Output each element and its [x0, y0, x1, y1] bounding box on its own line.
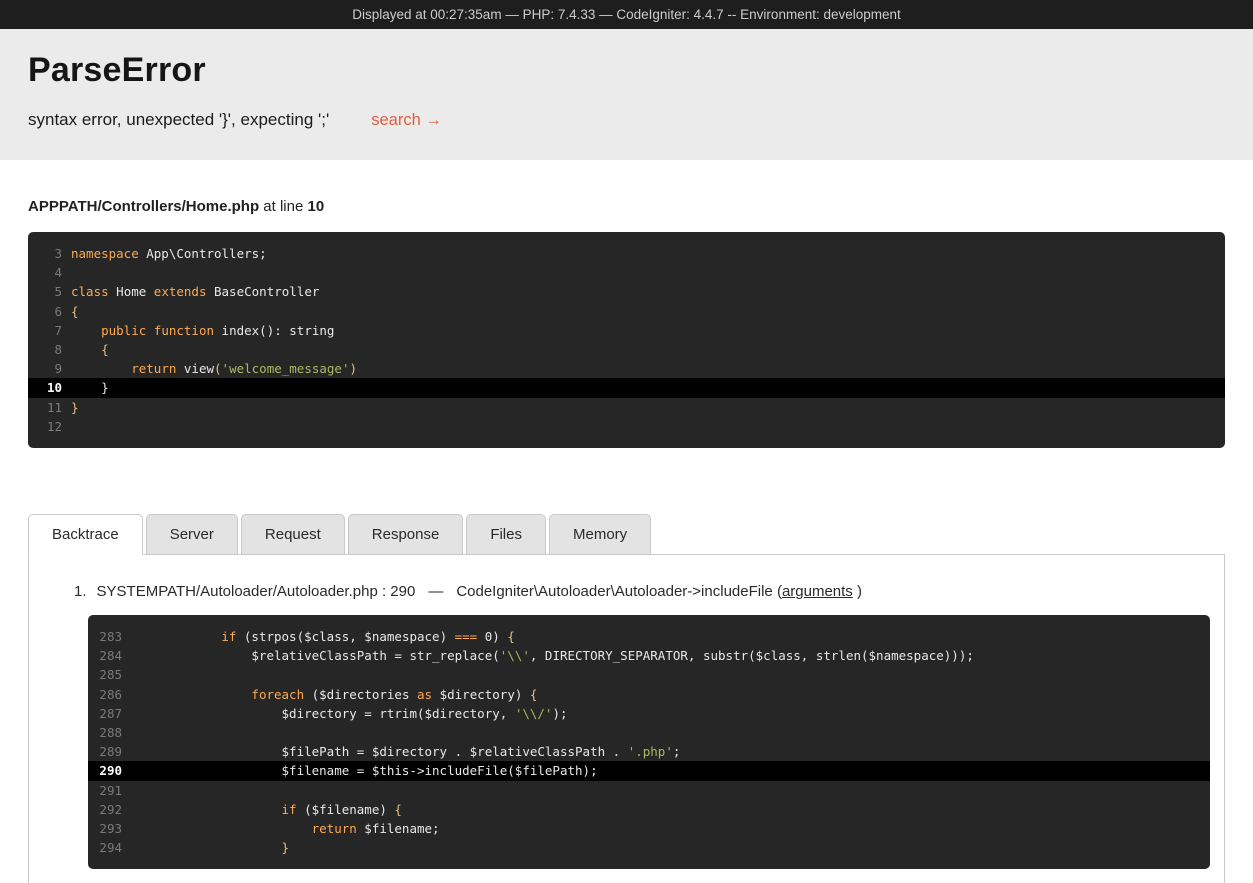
- line-number: 283: [88, 627, 122, 646]
- code-line: 283 if (strpos($class, $namespace) === 0…: [88, 627, 1210, 646]
- line-number: 288: [88, 723, 122, 742]
- code-text: $filename = $this->includeFile($filePath…: [122, 761, 598, 780]
- line-number: 4: [28, 263, 62, 282]
- code-text: }: [62, 378, 109, 397]
- code-text: [122, 665, 131, 684]
- tab-response[interactable]: Response: [348, 514, 464, 555]
- code-text: }: [62, 398, 79, 417]
- source-file: APPPATH/Controllers/Home.php: [28, 198, 259, 215]
- line-number: 9: [28, 359, 62, 378]
- error-message-row: syntax error, unexpected '}', expecting …: [28, 110, 1225, 130]
- code-line: 291: [88, 781, 1210, 800]
- code-line: 6{: [28, 302, 1225, 321]
- backtrace-function: CodeIgniter\Autoloader\Autoloader->inclu…: [456, 583, 772, 600]
- code-text: }: [122, 838, 289, 857]
- line-number: 3: [28, 244, 62, 263]
- tab-memory[interactable]: Memory: [549, 514, 651, 555]
- code-line: 4: [28, 263, 1225, 282]
- code-text: return $filename;: [122, 819, 440, 838]
- backtrace-args-close: ): [857, 583, 862, 600]
- code-text: foreach ($directories as $directory) {: [122, 685, 537, 704]
- backtrace-file: SYSTEMPATH/Autoloader/Autoloader.php : 2…: [97, 583, 416, 600]
- line-number: 294: [88, 838, 122, 857]
- tab-server[interactable]: Server: [146, 514, 238, 555]
- line-number: 293: [88, 819, 122, 838]
- code-line: 289 $filePath = $directory . $relativeCl…: [88, 742, 1210, 761]
- source-at-line-label: at line: [263, 198, 303, 215]
- line-number: 289: [88, 742, 122, 761]
- error-title: ParseError: [28, 51, 1225, 90]
- backtrace-separator: —: [428, 583, 443, 600]
- code-line: 9 return view('welcome_message'): [28, 359, 1225, 378]
- tab-backtrace[interactable]: Backtrace: [28, 514, 143, 555]
- code-line: 11}: [28, 398, 1225, 417]
- line-number: 6: [28, 302, 62, 321]
- tab-files[interactable]: Files: [466, 514, 546, 555]
- code-line: 285: [88, 665, 1210, 684]
- code-text: [122, 781, 131, 800]
- code-line: 12: [28, 417, 1225, 436]
- line-number: 286: [88, 685, 122, 704]
- backtrace-panel: 1. SYSTEMPATH/Autoloader/Autoloader.php :…: [28, 554, 1225, 883]
- code-line: 8 {: [28, 340, 1225, 359]
- code-text: [62, 417, 71, 436]
- code-line: 288: [88, 723, 1210, 742]
- code-text: [62, 263, 71, 282]
- code-line: 286 foreach ($directories as $directory)…: [88, 685, 1210, 704]
- code-line: 294 }: [88, 838, 1210, 857]
- line-number: 5: [28, 282, 62, 301]
- tab-bar: BacktraceServerRequestResponseFilesMemor…: [28, 514, 1225, 554]
- tabs-area: BacktraceServerRequestResponseFilesMemor…: [28, 514, 1225, 883]
- code-text: $filePath = $directory . $relativeClassP…: [122, 742, 680, 761]
- source-code-block: 3namespace App\Controllers;45class Home …: [28, 232, 1225, 448]
- code-text: if ($filename) {: [122, 800, 402, 819]
- line-number: 8: [28, 340, 62, 359]
- code-text: [122, 723, 131, 742]
- backtrace-item: 1. SYSTEMPATH/Autoloader/Autoloader.php :…: [29, 583, 1210, 869]
- line-number: 284: [88, 646, 122, 665]
- error-page: Displayed at 00:27:35am — PHP: 7.4.33 — …: [0, 0, 1253, 883]
- line-number: 291: [88, 781, 122, 800]
- code-text: if (strpos($class, $namespace) === 0) {: [122, 627, 515, 646]
- line-number: 292: [88, 800, 122, 819]
- line-number: 12: [28, 417, 62, 436]
- code-line: 293 return $filename;: [88, 819, 1210, 838]
- code-line: 292 if ($filename) {: [88, 800, 1210, 819]
- code-text: $directory = rtrim($directory, '\\/');: [122, 704, 568, 723]
- environment-bar: Displayed at 00:27:35am — PHP: 7.4.33 — …: [0, 0, 1253, 29]
- code-line: 3namespace App\Controllers;: [28, 244, 1225, 263]
- code-text: $relativeClassPath = str_replace('\\', D…: [122, 646, 974, 665]
- code-line: 7 public function index(): string: [28, 321, 1225, 340]
- backtrace-arguments-link[interactable]: arguments: [782, 583, 853, 600]
- error-message: syntax error, unexpected '}', expecting …: [28, 110, 329, 130]
- code-line: 287 $directory = rtrim($directory, '\\/'…: [88, 704, 1210, 723]
- line-number: 11: [28, 398, 62, 417]
- code-text: {: [62, 340, 109, 359]
- tab-request[interactable]: Request: [241, 514, 345, 555]
- error-header: ParseError syntax error, unexpected '}',…: [0, 29, 1253, 160]
- line-number: 285: [88, 665, 122, 684]
- backtrace-code-block: 283 if (strpos($class, $namespace) === 0…: [88, 615, 1210, 869]
- line-number: 287: [88, 704, 122, 723]
- code-text: class Home extends BaseController: [62, 282, 319, 301]
- source-line-number: 10: [308, 198, 325, 215]
- code-line: 5class Home extends BaseController: [28, 282, 1225, 301]
- line-number: 10: [28, 378, 62, 397]
- search-link[interactable]: search →: [371, 111, 442, 130]
- code-line: 284 $relativeClassPath = str_replace('\\…: [88, 646, 1210, 665]
- code-line: 290 $filename = $this->includeFile($file…: [88, 761, 1210, 780]
- code-text: {: [62, 302, 79, 321]
- backtrace-list: 1. SYSTEMPATH/Autoloader/Autoloader.php :…: [29, 583, 1210, 869]
- line-number: 7: [28, 321, 62, 340]
- environment-bar-text: Displayed at 00:27:35am — PHP: 7.4.33 — …: [352, 7, 901, 22]
- line-number: 290: [88, 761, 122, 780]
- backtrace-index: 1.: [74, 583, 87, 600]
- code-text: return view('welcome_message'): [62, 359, 357, 378]
- code-text: public function index(): string: [62, 321, 334, 340]
- error-body: APPPATH/Controllers/Home.php at line 10 …: [0, 198, 1253, 883]
- code-line: 10 }: [28, 378, 1225, 397]
- source-location: APPPATH/Controllers/Home.php at line 10: [28, 198, 1225, 215]
- code-text: namespace App\Controllers;: [62, 244, 267, 263]
